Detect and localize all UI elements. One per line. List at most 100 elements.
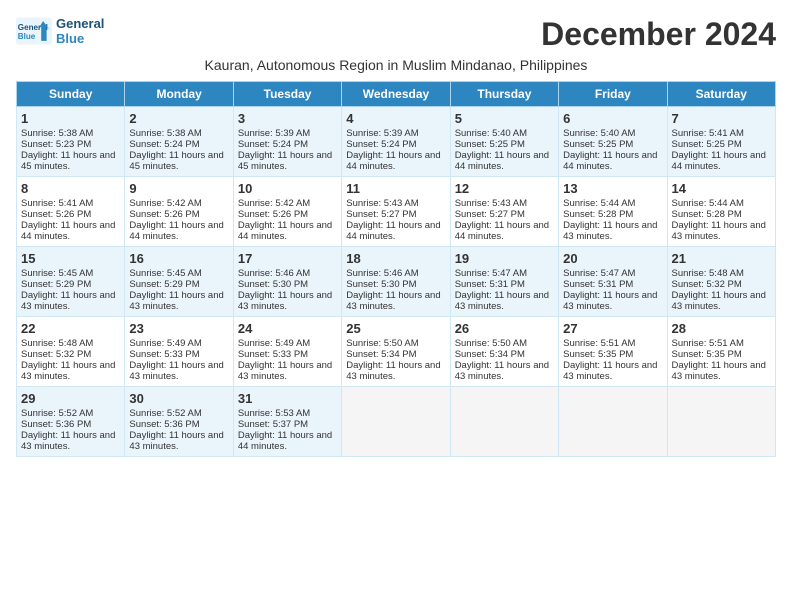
sunset-text: Sunset: 5:36 PM xyxy=(21,419,91,430)
daylight-text: Daylight: 11 hours and 44 minutes. xyxy=(455,220,549,242)
sunrise-text: Sunrise: 5:53 AM xyxy=(238,408,310,419)
daylight-text: Daylight: 11 hours and 43 minutes. xyxy=(21,430,115,452)
sunrise-text: Sunrise: 5:44 AM xyxy=(563,198,635,209)
sunset-text: Sunset: 5:24 PM xyxy=(346,139,416,150)
sunset-text: Sunset: 5:29 PM xyxy=(21,279,91,290)
day-number: 20 xyxy=(563,251,662,266)
svg-text:Blue: Blue xyxy=(18,32,36,41)
header-monday: Monday xyxy=(125,82,233,107)
day-number: 1 xyxy=(21,111,120,126)
daylight-text: Daylight: 11 hours and 44 minutes. xyxy=(238,220,332,242)
daylight-text: Daylight: 11 hours and 43 minutes. xyxy=(563,220,657,242)
table-row: 10 Sunrise: 5:42 AM Sunset: 5:26 PM Dayl… xyxy=(233,177,341,247)
sunrise-text: Sunrise: 5:51 AM xyxy=(563,338,635,349)
sunset-text: Sunset: 5:30 PM xyxy=(346,279,416,290)
sunset-text: Sunset: 5:33 PM xyxy=(129,349,199,360)
sunset-text: Sunset: 5:27 PM xyxy=(346,209,416,220)
sunrise-text: Sunrise: 5:43 AM xyxy=(346,198,418,209)
sunrise-text: Sunrise: 5:49 AM xyxy=(238,338,310,349)
logo-general: General xyxy=(56,16,104,31)
table-row: 20 Sunrise: 5:47 AM Sunset: 5:31 PM Dayl… xyxy=(559,247,667,317)
day-number: 26 xyxy=(455,321,554,336)
day-number: 23 xyxy=(129,321,228,336)
table-row: 14 Sunrise: 5:44 AM Sunset: 5:28 PM Dayl… xyxy=(667,177,775,247)
day-number: 15 xyxy=(21,251,120,266)
day-number: 25 xyxy=(346,321,445,336)
daylight-text: Daylight: 11 hours and 44 minutes. xyxy=(21,220,115,242)
table-row: 12 Sunrise: 5:43 AM Sunset: 5:27 PM Dayl… xyxy=(450,177,558,247)
table-row: 19 Sunrise: 5:47 AM Sunset: 5:31 PM Dayl… xyxy=(450,247,558,317)
table-row: 22 Sunrise: 5:48 AM Sunset: 5:32 PM Dayl… xyxy=(17,317,125,387)
table-row xyxy=(342,387,450,457)
daylight-text: Daylight: 11 hours and 43 minutes. xyxy=(455,290,549,312)
table-row xyxy=(559,387,667,457)
sunrise-text: Sunrise: 5:46 AM xyxy=(238,268,310,279)
sunrise-text: Sunrise: 5:41 AM xyxy=(672,128,744,139)
sunrise-text: Sunrise: 5:45 AM xyxy=(21,268,93,279)
day-number: 10 xyxy=(238,181,337,196)
day-number: 4 xyxy=(346,111,445,126)
sunset-text: Sunset: 5:26 PM xyxy=(21,209,91,220)
sunset-text: Sunset: 5:32 PM xyxy=(21,349,91,360)
logo: General Blue General Blue xyxy=(16,16,104,46)
day-number: 16 xyxy=(129,251,228,266)
calendar-subtitle: Kauran, Autonomous Region in Muslim Mind… xyxy=(16,57,776,73)
day-number: 21 xyxy=(672,251,771,266)
daylight-text: Daylight: 11 hours and 45 minutes. xyxy=(129,150,223,172)
table-row: 27 Sunrise: 5:51 AM Sunset: 5:35 PM Dayl… xyxy=(559,317,667,387)
daylight-text: Daylight: 11 hours and 43 minutes. xyxy=(672,360,766,382)
sunset-text: Sunset: 5:25 PM xyxy=(455,139,525,150)
table-row: 8 Sunrise: 5:41 AM Sunset: 5:26 PM Dayli… xyxy=(17,177,125,247)
table-row: 6 Sunrise: 5:40 AM Sunset: 5:25 PM Dayli… xyxy=(559,107,667,177)
daylight-text: Daylight: 11 hours and 43 minutes. xyxy=(672,290,766,312)
daylight-text: Daylight: 11 hours and 43 minutes. xyxy=(672,220,766,242)
header-thursday: Thursday xyxy=(450,82,558,107)
logo-icon: General Blue xyxy=(16,17,52,45)
day-number: 29 xyxy=(21,391,120,406)
sunrise-text: Sunrise: 5:49 AM xyxy=(129,338,201,349)
sunset-text: Sunset: 5:24 PM xyxy=(129,139,199,150)
sunset-text: Sunset: 5:26 PM xyxy=(238,209,308,220)
table-row: 28 Sunrise: 5:51 AM Sunset: 5:35 PM Dayl… xyxy=(667,317,775,387)
month-title: December 2024 xyxy=(541,16,776,53)
table-row xyxy=(450,387,558,457)
header-friday: Friday xyxy=(559,82,667,107)
sunrise-text: Sunrise: 5:38 AM xyxy=(129,128,201,139)
table-row: 11 Sunrise: 5:43 AM Sunset: 5:27 PM Dayl… xyxy=(342,177,450,247)
logo-text: General Blue xyxy=(56,16,104,46)
day-number: 11 xyxy=(346,181,445,196)
header-saturday: Saturday xyxy=(667,82,775,107)
day-number: 12 xyxy=(455,181,554,196)
day-number: 30 xyxy=(129,391,228,406)
table-row: 18 Sunrise: 5:46 AM Sunset: 5:30 PM Dayl… xyxy=(342,247,450,317)
day-number: 3 xyxy=(238,111,337,126)
daylight-text: Daylight: 11 hours and 44 minutes. xyxy=(346,220,440,242)
calendar-week-row: 1 Sunrise: 5:38 AM Sunset: 5:23 PM Dayli… xyxy=(17,107,776,177)
table-row: 1 Sunrise: 5:38 AM Sunset: 5:23 PM Dayli… xyxy=(17,107,125,177)
daylight-text: Daylight: 11 hours and 43 minutes. xyxy=(238,290,332,312)
sunset-text: Sunset: 5:28 PM xyxy=(563,209,633,220)
page-header: General Blue General Blue December 2024 xyxy=(16,16,776,53)
day-number: 2 xyxy=(129,111,228,126)
table-row: 25 Sunrise: 5:50 AM Sunset: 5:34 PM Dayl… xyxy=(342,317,450,387)
daylight-text: Daylight: 11 hours and 43 minutes. xyxy=(129,290,223,312)
sunset-text: Sunset: 5:34 PM xyxy=(346,349,416,360)
table-row: 21 Sunrise: 5:48 AM Sunset: 5:32 PM Dayl… xyxy=(667,247,775,317)
day-number: 6 xyxy=(563,111,662,126)
day-number: 31 xyxy=(238,391,337,406)
sunrise-text: Sunrise: 5:44 AM xyxy=(672,198,744,209)
day-number: 28 xyxy=(672,321,771,336)
daylight-text: Daylight: 11 hours and 44 minutes. xyxy=(238,430,332,452)
daylight-text: Daylight: 11 hours and 43 minutes. xyxy=(129,430,223,452)
sunset-text: Sunset: 5:37 PM xyxy=(238,419,308,430)
table-row: 7 Sunrise: 5:41 AM Sunset: 5:25 PM Dayli… xyxy=(667,107,775,177)
sunset-text: Sunset: 5:31 PM xyxy=(455,279,525,290)
logo-blue: Blue xyxy=(56,31,84,46)
sunrise-text: Sunrise: 5:40 AM xyxy=(455,128,527,139)
day-number: 18 xyxy=(346,251,445,266)
sunset-text: Sunset: 5:26 PM xyxy=(129,209,199,220)
table-row: 23 Sunrise: 5:49 AM Sunset: 5:33 PM Dayl… xyxy=(125,317,233,387)
sunset-text: Sunset: 5:28 PM xyxy=(672,209,742,220)
sunset-text: Sunset: 5:23 PM xyxy=(21,139,91,150)
sunrise-text: Sunrise: 5:48 AM xyxy=(21,338,93,349)
